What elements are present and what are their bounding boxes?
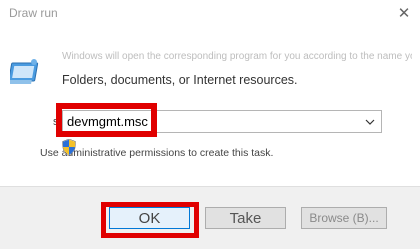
browse-button[interactable]: Browse (B)... (301, 207, 387, 229)
run-dialog: Draw run ✕ Windows will open the corresp… (0, 0, 420, 249)
chevron-down-icon (365, 119, 375, 125)
uac-shield-icon (62, 139, 76, 156)
title-bar: Draw run ✕ (0, 0, 420, 26)
open-label: s: (53, 116, 62, 128)
cancel-button[interactable]: Take (205, 207, 286, 229)
run-dialog-icon (10, 59, 39, 84)
dropdown-button[interactable] (362, 113, 378, 130)
description-text: Folders, documents, or Internet resource… (62, 73, 298, 87)
window-title: Draw run (9, 6, 58, 20)
description-text-faded: Windows will open the corresponding prog… (62, 51, 412, 62)
button-bar: OK Take Browse (B)... (0, 186, 420, 249)
ok-button[interactable]: OK (109, 207, 190, 229)
close-button[interactable]: ✕ (388, 0, 420, 26)
open-combobox[interactable] (62, 110, 382, 133)
close-icon: ✕ (397, 5, 411, 22)
open-input[interactable] (67, 113, 357, 130)
dialog-content: Windows will open the corresponding prog… (0, 26, 420, 186)
